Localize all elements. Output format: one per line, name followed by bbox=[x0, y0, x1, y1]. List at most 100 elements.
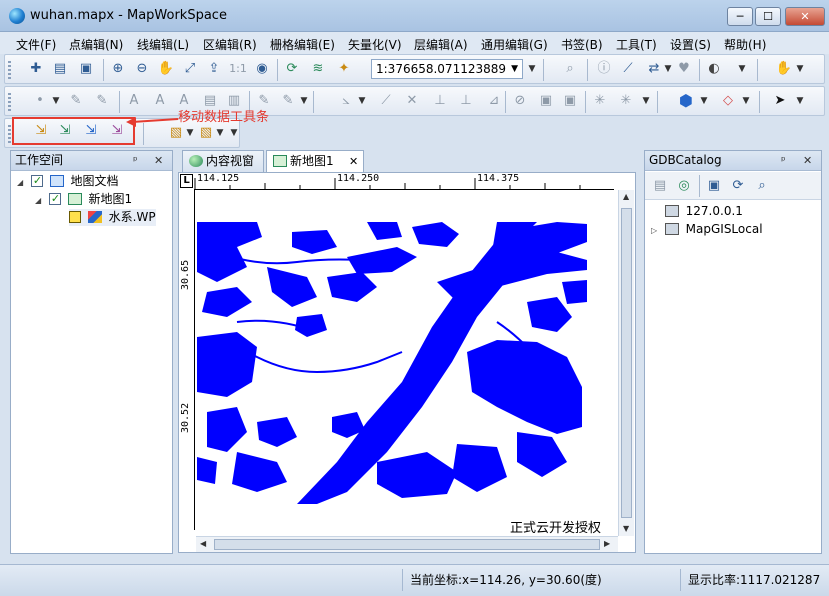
menu-vectorize[interactable]: 矢量化(V) bbox=[348, 36, 402, 53]
line-edit-alt-icon[interactable]: ✎ bbox=[279, 92, 297, 110]
scroll-left-icon[interactable]: ◀ bbox=[200, 539, 206, 548]
toolbar-grip[interactable] bbox=[8, 61, 11, 79]
chevron-down-icon[interactable]: ▼ bbox=[215, 124, 225, 142]
chevron-down-icon[interactable]: ▼ bbox=[51, 92, 61, 110]
settings-icon[interactable]: ▣ bbox=[705, 177, 723, 195]
menu-layer-edit[interactable]: 层编辑(A) bbox=[414, 36, 468, 53]
toolbar-grip[interactable] bbox=[8, 125, 11, 143]
tree-item-server[interactable]: 127.0.0.1 bbox=[651, 203, 743, 220]
move-line-icon[interactable]: ⇲ bbox=[56, 122, 74, 140]
chevron-down-icon[interactable]: ▼ bbox=[795, 60, 805, 78]
measure-icon[interactable]: ⟋ bbox=[619, 60, 637, 78]
close-icon[interactable]: ✕ bbox=[154, 151, 163, 170]
refresh-icon[interactable]: ⟳ bbox=[729, 177, 747, 195]
edit-point-icon[interactable]: ✎ bbox=[67, 92, 85, 110]
chevron-down-icon[interactable]: ▼ bbox=[663, 60, 673, 78]
collapse-arrow-icon[interactable]: ◢ bbox=[35, 192, 45, 209]
layer-checkbox[interactable] bbox=[30, 172, 43, 189]
zoom-out-icon[interactable]: ⊖ bbox=[133, 60, 151, 78]
menu-line-edit[interactable]: 线编辑(L) bbox=[137, 36, 189, 53]
menu-raster-edit[interactable]: 栅格编辑(E) bbox=[270, 36, 335, 53]
chevron-down-icon[interactable]: ▼ bbox=[737, 60, 747, 78]
select-arrow-icon[interactable]: ➤ bbox=[771, 92, 789, 110]
collapse-arrow-icon[interactable]: ◢ bbox=[17, 174, 27, 191]
join-line-icon[interactable]: ⊥ bbox=[431, 92, 449, 110]
ruler-corner-button[interactable]: L bbox=[180, 174, 193, 188]
menu-general-edit[interactable]: 通用编辑(G) bbox=[481, 36, 548, 53]
scroll-up-icon[interactable]: ▲ bbox=[623, 192, 629, 201]
map-vertical-scrollbar[interactable]: ▲ ▼ bbox=[618, 190, 634, 536]
save-icon[interactable]: ▣ bbox=[77, 60, 95, 78]
chevron-down-icon[interactable]: ▼ bbox=[511, 60, 518, 78]
tree-item-map-document[interactable]: ◢ 地图文档 bbox=[17, 172, 119, 191]
transparency-icon[interactable]: ◐ bbox=[705, 60, 723, 78]
chevron-down-icon[interactable]: ▼ bbox=[229, 124, 239, 142]
chevron-down-icon[interactable]: ▼ bbox=[357, 92, 367, 110]
menu-region-edit[interactable]: 区编辑(R) bbox=[203, 36, 257, 53]
move-point-icon[interactable]: ⇲ bbox=[32, 122, 50, 140]
pin-icon[interactable]: ᵖ bbox=[781, 151, 786, 170]
chevron-down-icon[interactable]: ▼ bbox=[299, 92, 309, 110]
connect-server-icon[interactable]: ◎ bbox=[675, 177, 693, 195]
pan-icon[interactable]: ✋ bbox=[157, 60, 175, 78]
new-doc-icon[interactable]: ✚ bbox=[27, 60, 45, 78]
hand-icon[interactable]: ✋ bbox=[775, 60, 793, 78]
chevron-down-icon[interactable]: ▼ bbox=[641, 92, 651, 110]
scale-combobox[interactable]: 1:376658.071123889 ▼ bbox=[371, 59, 523, 79]
map-horizontal-scrollbar[interactable]: ◀ ▶ bbox=[196, 536, 618, 552]
open-icon[interactable]: ▤ bbox=[51, 60, 69, 78]
chevron-down-icon[interactable]: ▼ bbox=[741, 92, 751, 110]
tab-content-view[interactable]: 内容视窗 bbox=[182, 150, 264, 173]
full-extent-icon[interactable]: ⤢ bbox=[181, 60, 199, 78]
zoom-in-icon[interactable]: ⊕ bbox=[109, 60, 127, 78]
maximize-button[interactable]: ☐ bbox=[755, 7, 781, 26]
chevron-down-icon[interactable]: ▼ bbox=[185, 124, 195, 142]
delete-line-icon[interactable]: ✕ bbox=[403, 92, 421, 110]
vertex-icon[interactable]: ⊥ bbox=[457, 92, 475, 110]
layer-checkbox[interactable] bbox=[48, 190, 61, 207]
scroll-thumb[interactable] bbox=[621, 208, 632, 518]
reshape-icon[interactable]: ⊿ bbox=[485, 92, 503, 110]
find-icon[interactable]: ⌕ bbox=[561, 60, 579, 78]
heart-icon[interactable]: ♥ bbox=[675, 60, 693, 78]
one-to-one-button[interactable]: 1:1 bbox=[227, 60, 249, 78]
move-region-icon[interactable]: ⇲ bbox=[82, 122, 100, 140]
menu-settings[interactable]: 设置(S) bbox=[670, 36, 711, 53]
menu-point-edit[interactable]: 点编辑(N) bbox=[69, 36, 123, 53]
tree-item-water-layer[interactable]: 水系.WP bbox=[69, 209, 156, 226]
split-icon[interactable]: ✳ bbox=[591, 92, 609, 110]
close-icon[interactable]: ✕ bbox=[803, 151, 812, 170]
chevron-down-icon[interactable]: ▼ bbox=[527, 60, 537, 78]
eye-icon[interactable]: ◉ bbox=[253, 60, 271, 78]
layer-icon[interactable]: ≋ bbox=[309, 60, 327, 78]
info-icon[interactable]: ⓘ bbox=[595, 60, 613, 78]
search-icon[interactable]: ⌕ bbox=[753, 177, 771, 195]
refresh-icon[interactable]: ⟳ bbox=[283, 60, 301, 78]
break-line-icon[interactable]: ⟋ bbox=[377, 92, 395, 110]
scroll-thumb[interactable] bbox=[214, 539, 600, 550]
tree-item-mapgis-local[interactable]: ▷ MapGISLocal bbox=[651, 221, 763, 238]
paste-layer-icon[interactable]: ▧ bbox=[197, 124, 215, 142]
tree-item-new-map[interactable]: ◢ 新地图1 bbox=[35, 190, 132, 209]
edit-point-alt-icon[interactable]: ✎ bbox=[93, 92, 111, 110]
chevron-down-icon[interactable]: ▼ bbox=[795, 92, 805, 110]
delete-polygon-icon[interactable]: ◇ bbox=[719, 92, 737, 110]
close-window-button[interactable]: ✕ bbox=[785, 7, 825, 26]
tab-new-map[interactable]: 新地图1 ✕ bbox=[266, 150, 364, 173]
extend-icon[interactable]: ✳ bbox=[617, 92, 635, 110]
chevron-down-icon[interactable]: ▼ bbox=[699, 92, 709, 110]
scroll-down-icon[interactable]: ▼ bbox=[623, 524, 629, 533]
pin-icon[interactable]: ᵖ bbox=[133, 151, 138, 170]
point-icon[interactable]: • bbox=[31, 92, 49, 110]
polyline-icon[interactable]: ⦣ bbox=[337, 92, 355, 110]
minimize-button[interactable]: ─ bbox=[727, 7, 753, 26]
menu-bookmarks[interactable]: 书签(B) bbox=[561, 36, 603, 53]
line-param-icon[interactable]: ▣ bbox=[537, 92, 555, 110]
previous-view-icon[interactable]: ⇪ bbox=[205, 60, 223, 78]
line-attr-icon[interactable]: ▣ bbox=[561, 92, 579, 110]
expand-arrow-icon[interactable]: ▷ bbox=[651, 222, 661, 239]
magic-wand-icon[interactable]: ✦ bbox=[335, 60, 353, 78]
no-entry-icon[interactable]: ⊘ bbox=[511, 92, 529, 110]
menu-file[interactable]: 文件(F) bbox=[16, 36, 56, 53]
scroll-right-icon[interactable]: ▶ bbox=[604, 539, 610, 548]
